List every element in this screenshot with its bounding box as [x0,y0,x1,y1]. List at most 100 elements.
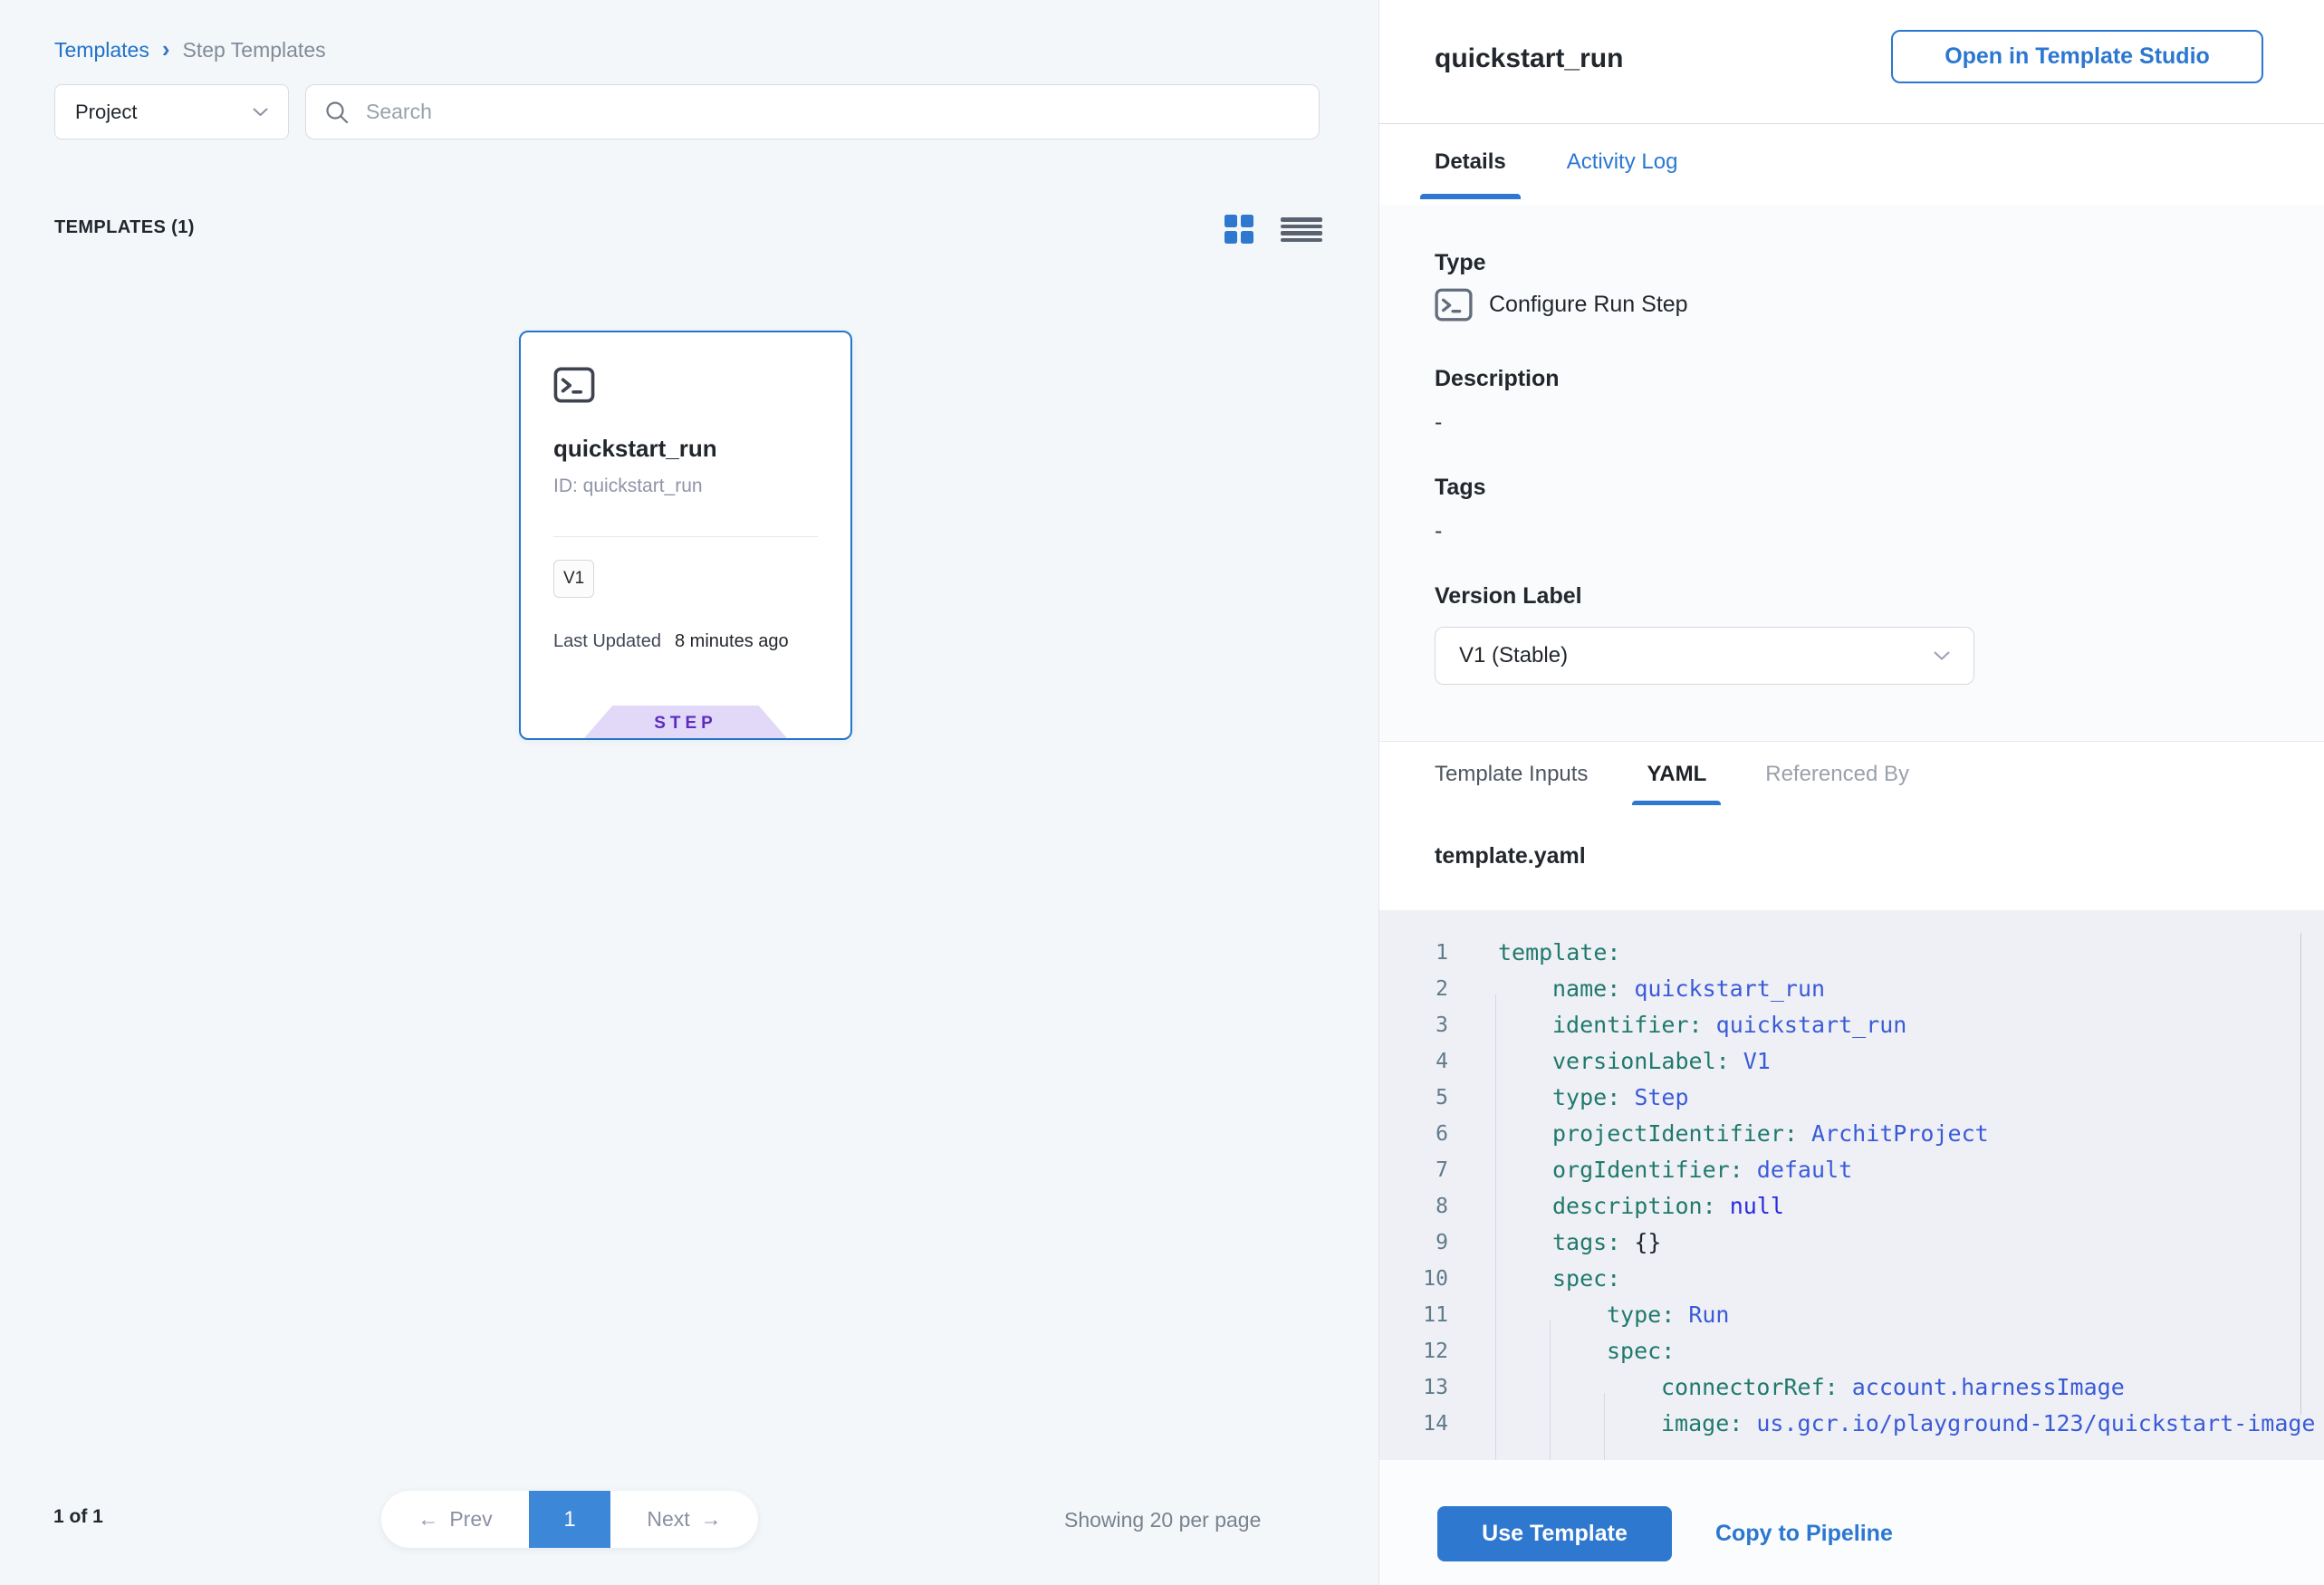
line-number: 9 [1379,1225,1448,1261]
arrow-right-icon: → [701,1507,722,1532]
scope-select[interactable]: Project [54,84,289,139]
step-type-ribbon-label: STEP [654,711,717,734]
line-number: 11 [1379,1297,1448,1333]
open-in-template-studio-button[interactable]: Open in Template Studio [1891,30,2263,83]
yaml-code-line: 5type: Step [1379,1080,2324,1116]
type-value: Configure Run Step [1489,292,1688,318]
last-updated-value: 8 minutes ago [675,631,789,652]
yaml-section-tab-bar: Template Inputs YAML Referenced By [1379,741,2324,806]
line-number: 1 [1379,935,1448,971]
search-input[interactable] [364,99,1301,125]
terminal-icon [553,367,595,403]
line-number: 5 [1379,1080,1448,1116]
template-card[interactable]: quickstart_run ID: quickstart_run V1 Las… [519,331,852,740]
last-updated-label: Last Updated [553,631,661,652]
breadcrumb: Templates › Step Templates [54,38,326,62]
search-box [305,84,1320,139]
yaml-code-line: 9tags: {} [1379,1225,2324,1261]
use-template-button[interactable]: Use Template [1437,1506,1672,1561]
yaml-code-line: 2name: quickstart_run [1379,971,2324,1007]
pagination: ← Prev 1 Next → [381,1491,758,1548]
terminal-icon [1435,288,1473,322]
details-tab-bar: Details Activity Log [1379,124,2324,205]
indent-guide [1495,994,1496,1460]
next-page-button[interactable]: Next → [610,1491,758,1548]
version-select-value: V1 (Stable) [1459,643,1934,668]
current-page-button[interactable]: 1 [529,1491,610,1548]
prev-page-label: Prev [449,1507,492,1532]
yaml-code-line: 13connectorRef: account.harnessImage [1379,1369,2324,1406]
chevron-down-icon [1934,651,1950,661]
page-summary: 1 of 1 [53,1506,103,1528]
template-card-id: ID: quickstart_run [553,476,703,497]
details-header: quickstart_run Open in Template Studio [1379,0,2324,124]
tab-activity-log[interactable]: Activity Log [1552,124,1693,199]
details-title: quickstart_run [1435,43,1623,74]
tags-label: Tags [1435,475,1486,501]
line-number: 2 [1379,971,1448,1007]
line-number: 3 [1379,1007,1448,1043]
details-footer: Use Template Copy to Pipeline [1379,1460,2324,1585]
type-label: Type [1435,250,1486,276]
details-content: Type Configure Run Step Description - Ta… [1379,205,2324,741]
breadcrumb-current: Step Templates [183,38,326,62]
yaml-code-line: 1template: [1379,935,2324,971]
line-number: 12 [1379,1333,1448,1369]
line-number: 13 [1379,1369,1448,1406]
yaml-code-line: 4versionLabel: V1 [1379,1043,2324,1080]
yaml-code-line: 6projectIdentifier: ArchitProject [1379,1116,2324,1152]
chevron-down-icon [253,108,268,117]
description-label: Description [1435,366,1560,392]
template-card-title: quickstart_run [553,435,717,463]
yaml-code-line: 11type: Run [1379,1297,2324,1333]
line-number: 14 [1379,1406,1448,1442]
grid-view-button[interactable] [1224,215,1253,244]
yaml-code-line: 14image: us.gcr.io/playground-123/quicks… [1379,1406,2324,1442]
templates-list-panel: Templates › Step Templates Project TEMPL… [0,0,1378,1585]
last-updated-row: Last Updated 8 minutes ago [553,631,789,652]
yaml-code-editor: 1template:2name: quickstart_run3identifi… [1379,910,2324,1460]
step-type-ribbon: STEP [584,706,787,738]
list-view-icon [1281,217,1322,222]
yaml-file-name: template.yaml [1435,843,1586,869]
line-number: 4 [1379,1043,1448,1080]
grid-view-icon [1224,215,1237,227]
version-select[interactable]: V1 (Stable) [1435,627,1974,685]
filter-row: Project [54,84,1320,139]
yaml-file-row: template.yaml [1379,805,2324,911]
tags-value: - [1435,518,1442,544]
version-badge: V1 [553,560,594,598]
yaml-code-line: 12spec: [1379,1333,2324,1369]
description-value: - [1435,409,1442,436]
prev-page-button[interactable]: ← Prev [381,1491,529,1548]
line-number: 8 [1379,1188,1448,1225]
indent-guide [1604,1393,1605,1460]
breadcrumb-chevron-icon: › [162,37,170,61]
tab-yaml[interactable]: YAML [1632,742,1721,806]
line-number: 6 [1379,1116,1448,1152]
tab-details[interactable]: Details [1420,124,1521,199]
line-number: 10 [1379,1261,1448,1297]
indent-guide [1550,1321,1551,1460]
templates-count-header: TEMPLATES (1) [54,217,195,238]
per-page-indicator: Showing 20 per page [1064,1508,1261,1532]
template-details-panel: quickstart_run Open in Template Studio D… [1378,0,2324,1585]
breadcrumb-templates-link[interactable]: Templates [54,38,149,62]
arrow-left-icon: ← [418,1507,438,1532]
version-label: Version Label [1435,583,1582,610]
tab-template-inputs[interactable]: Template Inputs [1420,742,1602,806]
search-icon [324,100,350,125]
scope-select-value: Project [75,101,253,124]
tab-referenced-by[interactable]: Referenced By [1751,742,1924,806]
list-view-button[interactable] [1281,217,1322,242]
line-number: 7 [1379,1152,1448,1188]
yaml-code-line: 3identifier: quickstart_run [1379,1007,2324,1043]
yaml-code-line: 10spec: [1379,1261,2324,1297]
yaml-code-line: 8description: null [1379,1188,2324,1225]
copy-to-pipeline-button[interactable]: Copy to Pipeline [1715,1506,1893,1561]
card-divider [553,536,818,537]
next-page-label: Next [647,1507,689,1532]
editor-scrollbar[interactable] [2300,933,2301,1415]
type-value-row: Configure Run Step [1435,288,1688,322]
yaml-code-line: 7orgIdentifier: default [1379,1152,2324,1188]
